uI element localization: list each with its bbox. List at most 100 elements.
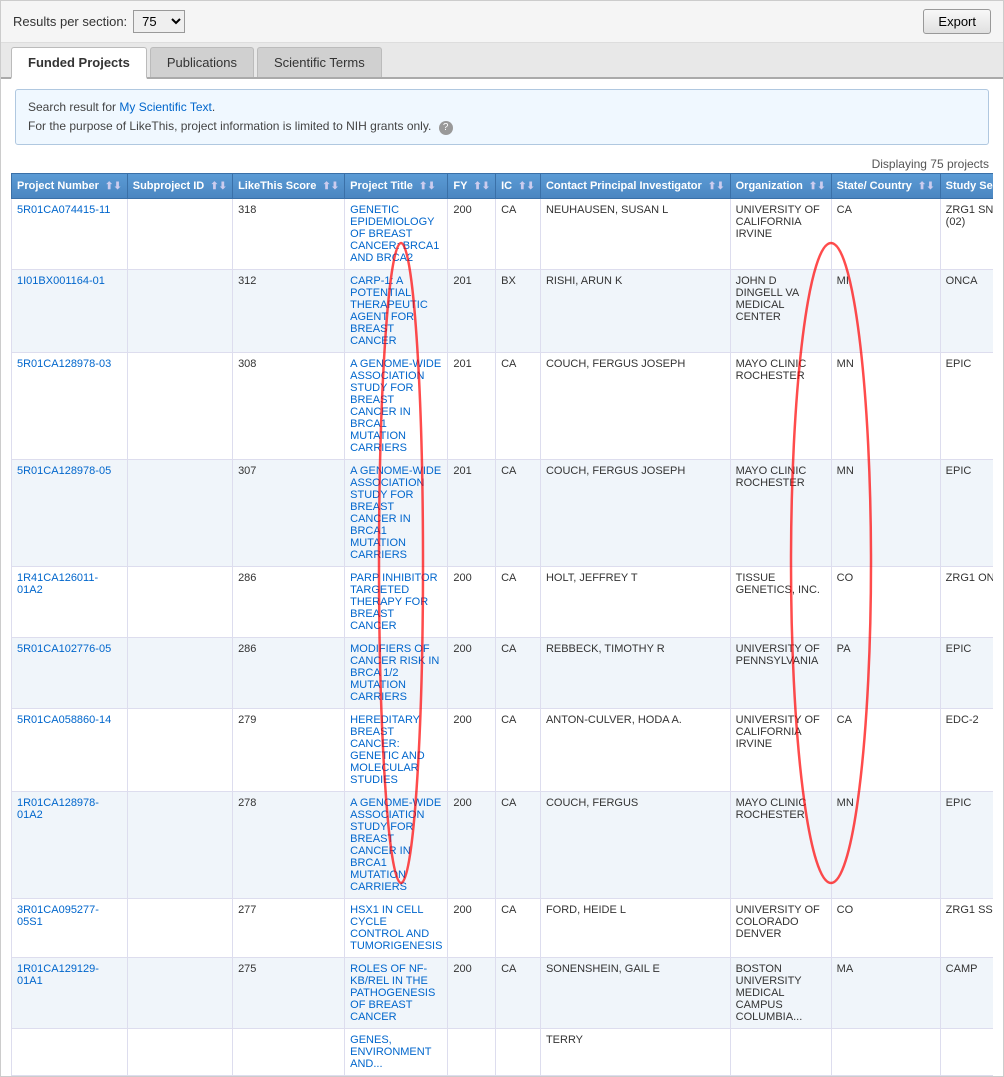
tab-publications[interactable]: Publications (150, 47, 254, 77)
cell-state (831, 1029, 940, 1076)
cell-project-number[interactable]: 5R01CA128978-03 (12, 353, 128, 460)
sort-fy-icon: ⬆⬇ (473, 181, 490, 192)
col-header-title[interactable]: Project Title ⬆⬇ (345, 174, 448, 199)
tab-funded-projects[interactable]: Funded Projects (11, 47, 147, 79)
col-header-study[interactable]: Study Section ⬆⬇ (940, 174, 993, 199)
cell-title[interactable]: MODIFIERS OF CANCER RISK IN BRCA 1/2 MUT… (345, 638, 448, 709)
sort-state-icon: ⬆⬇ (918, 181, 935, 192)
cell-likethis: 312 (233, 270, 345, 353)
cell-state: PA (831, 638, 940, 709)
table-row: 1R01CA128978-01A2278A GENOME-WIDE ASSOCI… (12, 792, 994, 899)
cell-org (730, 1029, 831, 1076)
sort-ic-icon: ⬆⬇ (518, 181, 535, 192)
cell-title[interactable]: CARP-1: A POTENTIAL THERAPEUTIC AGENT FO… (345, 270, 448, 353)
cell-title[interactable]: HSX1 IN CELL CYCLE CONTROL AND TUMORIGEN… (345, 899, 448, 958)
help-icon[interactable]: ? (439, 121, 453, 135)
cell-title[interactable]: HEREDITARY BREAST CANCER: GENETIC AND MO… (345, 709, 448, 792)
table-row: 3R01CA095277-05S1 277HSX1 IN CELL CYCLE C… (12, 899, 994, 958)
cell-org: UNIVERSITY OF CALIFORNIA IRVINE (730, 709, 831, 792)
results-table: Project Number ⬆⬇ Subproject ID ⬆⬇ LikeT… (11, 173, 993, 1076)
cell-fy: 200 (448, 709, 496, 792)
col-header-org[interactable]: Organization ⬆⬇ (730, 174, 831, 199)
cell-org: MAYO CLINIC ROCHESTER (730, 460, 831, 567)
displaying-count: Displaying 75 projects (1, 155, 1003, 173)
cell-state: MN (831, 792, 940, 899)
export-button[interactable]: Export (923, 9, 991, 34)
cell-likethis: 286 (233, 638, 345, 709)
cell-state: CO (831, 899, 940, 958)
results-label: Results per section: (13, 14, 127, 29)
cell-state: CA (831, 709, 940, 792)
table-row: 5R01CA074415-11 318GENETIC EPIDEMIOLOGY O… (12, 199, 994, 270)
cell-project-number[interactable]: 1R01CA129129-01A1 (12, 958, 128, 1029)
col-header-ic[interactable]: IC ⬆⬇ (496, 174, 541, 199)
cell-org: TISSUE GENETICS, INC. (730, 567, 831, 638)
cell-org: BOSTON UNIVERSITY MEDICAL CAMPUS COLUMBI… (730, 958, 831, 1029)
table-row: GENES, ENVIRONMENT AND...TERRY (12, 1029, 994, 1076)
table-row: 5R01CA128978-03 308A GENOME-WIDE ASSOCIAT… (12, 353, 994, 460)
cell-ic: CA (496, 899, 541, 958)
cell-subproject (127, 709, 232, 792)
cell-contact: HOLT, JEFFREY T (540, 567, 730, 638)
cell-title[interactable]: A GENOME-WIDE ASSOCIATION STUDY FOR BREA… (345, 460, 448, 567)
my-scientific-text-link[interactable]: My Scientific Text (119, 100, 211, 114)
cell-project-number[interactable]: 5R01CA128978-05 (12, 460, 128, 567)
cell-project-number[interactable]: 1R01CA128978-01A2 (12, 792, 128, 899)
cell-contact: COUCH, FERGUS JOSEPH (540, 460, 730, 567)
cell-title[interactable]: PARP INHIBITOR TARGETED THERAPY FOR BREA… (345, 567, 448, 638)
cell-state: CA (831, 199, 940, 270)
cell-title[interactable]: GENETIC EPIDEMIOLOGY OF BREAST CANCER: B… (345, 199, 448, 270)
col-header-fy[interactable]: FY ⬆⬇ (448, 174, 496, 199)
cell-ic: CA (496, 460, 541, 567)
cell-fy (448, 1029, 496, 1076)
cell-likethis: 318 (233, 199, 345, 270)
sort-likethis-icon: ⬆⬇ (322, 181, 339, 192)
table-row: 1R01CA129129-01A1275ROLES OF NF-KB/REL I… (12, 958, 994, 1029)
col-header-project-number[interactable]: Project Number ⬆⬇ (12, 174, 128, 199)
cell-fy: 201 (448, 460, 496, 567)
cell-subproject (127, 460, 232, 567)
cell-org: JOHN D DINGELL VA MEDICAL CENTER (730, 270, 831, 353)
cell-project-number[interactable]: 5R01CA074415-11 (12, 199, 128, 270)
cell-title[interactable]: GENES, ENVIRONMENT AND... (345, 1029, 448, 1076)
cell-project-number[interactable]: 3R01CA095277-05S1 (12, 899, 128, 958)
table-header-row: Project Number ⬆⬇ Subproject ID ⬆⬇ LikeT… (12, 174, 994, 199)
cell-study (940, 1029, 993, 1076)
cell-study: EPIC (940, 792, 993, 899)
cell-ic: BX (496, 270, 541, 353)
cell-title[interactable]: ROLES OF NF-KB/REL IN THE PATHOGENESIS O… (345, 958, 448, 1029)
cell-likethis: 277 (233, 899, 345, 958)
cell-contact: COUCH, FERGUS JOSEPH (540, 353, 730, 460)
cell-project-number[interactable]: 1R41CA126011-01A2 (12, 567, 128, 638)
results-select[interactable]: 75 25 50 100 (133, 10, 185, 33)
col-header-state[interactable]: State/ Country ⬆⬇ (831, 174, 940, 199)
info-box: Search result for My Scientific Text. Fo… (15, 89, 989, 145)
cell-fy: 201 (448, 270, 496, 353)
cell-subproject (127, 199, 232, 270)
cell-likethis: 308 (233, 353, 345, 460)
col-header-contact[interactable]: Contact Principal Investigator ⬆⬇ (540, 174, 730, 199)
cell-state: MN (831, 460, 940, 567)
cell-contact: COUCH, FERGUS (540, 792, 730, 899)
col-header-subproject[interactable]: Subproject ID ⬆⬇ (127, 174, 232, 199)
cell-state: CO (831, 567, 940, 638)
cell-org: MAYO CLINIC ROCHESTER (730, 792, 831, 899)
results-per-section: Results per section: 75 25 50 100 (13, 10, 185, 33)
cell-subproject (127, 1029, 232, 1076)
sort-contact-icon: ⬆⬇ (708, 181, 725, 192)
cell-title[interactable]: A GENOME-WIDE ASSOCIATION STUDY FOR BREA… (345, 353, 448, 460)
cell-project-number[interactable] (12, 1029, 128, 1076)
cell-subproject (127, 638, 232, 709)
tab-scientific-terms[interactable]: Scientific Terms (257, 47, 382, 77)
col-header-likethis[interactable]: LikeThis Score ⬆⬇ (233, 174, 345, 199)
cell-project-number[interactable]: 5R01CA102776-05 (12, 638, 128, 709)
cell-project-number[interactable]: 1I01BX001164-01 (12, 270, 128, 353)
cell-study: ZRG1 ONC-L (10) (940, 567, 993, 638)
cell-fy: 200 (448, 638, 496, 709)
cell-study: EPIC (940, 638, 993, 709)
cell-project-number[interactable]: 5R01CA058860-14 (12, 709, 128, 792)
cell-contact: SONENSHEIN, GAIL E (540, 958, 730, 1029)
table-row: 5R01CA058860-14279HEREDITARY BREAST CANC… (12, 709, 994, 792)
cell-subproject (127, 353, 232, 460)
cell-title[interactable]: A GENOME-WIDE ASSOCIATION STUDY FOR BREA… (345, 792, 448, 899)
